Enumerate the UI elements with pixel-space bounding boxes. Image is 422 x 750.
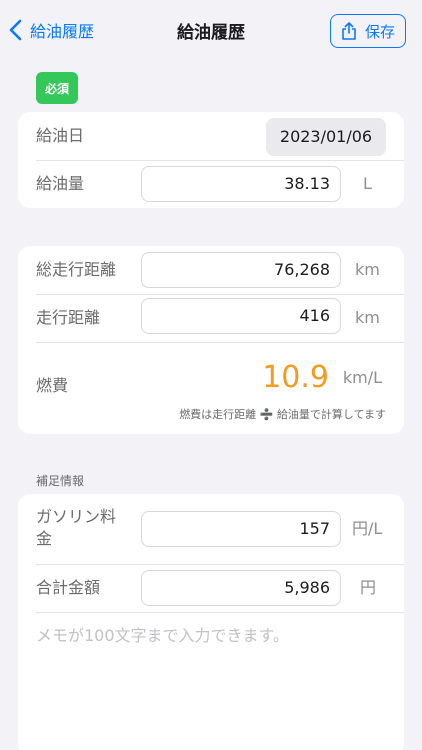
refuel-amount-input[interactable]: 38.13 xyxy=(141,166,341,202)
price-unit: 円/L xyxy=(352,519,383,538)
odometer-unit: km xyxy=(355,260,380,279)
economy-note: 燃費は走行距離 ➗ 給油量で計算してます xyxy=(179,408,386,421)
share-icon xyxy=(342,22,356,40)
total-unit: 円 xyxy=(360,578,377,597)
trip-label: 走行距離 xyxy=(36,308,101,327)
economy-row: 燃費 10.9 km/L 燃費は走行距離 ➗ 給油量で計算してます xyxy=(18,342,404,434)
economy-label: 燃費 xyxy=(36,376,69,395)
economy-value: 10.9 xyxy=(262,360,329,395)
trip-input[interactable]: 416 xyxy=(141,298,341,334)
refuel-date-picker[interactable]: 2023/01/06 xyxy=(266,118,386,156)
refuel-amount-unit: L xyxy=(363,174,372,193)
trip-unit: km xyxy=(355,308,380,327)
divider xyxy=(36,612,404,613)
distance-card: 総走行距離 76,268 km 走行距離 416 km 燃費 10.9 km/L… xyxy=(18,246,404,434)
required-badge: 必須 xyxy=(36,72,78,104)
economy-unit: km/L xyxy=(342,368,382,387)
price-row: ガソリン料金 157 円/L xyxy=(18,494,404,564)
total-label: 合計金額 xyxy=(36,578,101,597)
trip-row: 走行距離 416 km xyxy=(18,294,404,342)
price-label: ガソリン料金 xyxy=(36,507,117,548)
save-label: 保存 xyxy=(364,22,395,41)
extra-card: ガソリン料金 157 円/L 合計金額 5,986 円 メモが100文字まで入力… xyxy=(18,494,404,750)
total-row: 合計金額 5,986 円 xyxy=(18,564,404,612)
refuel-amount-row: 給油量 38.13 L xyxy=(18,160,404,208)
price-input[interactable]: 157 xyxy=(141,511,341,547)
refuel-card: 給油日 2023/01/06 給油量 38.13 L xyxy=(18,112,404,208)
odometer-row: 総走行距離 76,268 km xyxy=(18,246,404,294)
refuel-amount-label: 給油量 xyxy=(36,174,85,193)
save-button[interactable]: 保存 xyxy=(330,14,406,48)
navigation-bar: 給油履歴 給油履歴 保存 xyxy=(0,0,422,60)
refuel-date-row: 給油日 2023/01/06 xyxy=(18,112,404,160)
odometer-label: 総走行距離 xyxy=(36,260,117,279)
odometer-input[interactable]: 76,268 xyxy=(141,252,341,288)
total-input[interactable]: 5,986 xyxy=(141,570,341,606)
memo-input[interactable]: メモが100文字まで入力できます。 xyxy=(36,622,289,646)
section-header-extra: 補足情報 xyxy=(36,474,85,488)
refuel-date-label: 給油日 xyxy=(36,126,85,145)
